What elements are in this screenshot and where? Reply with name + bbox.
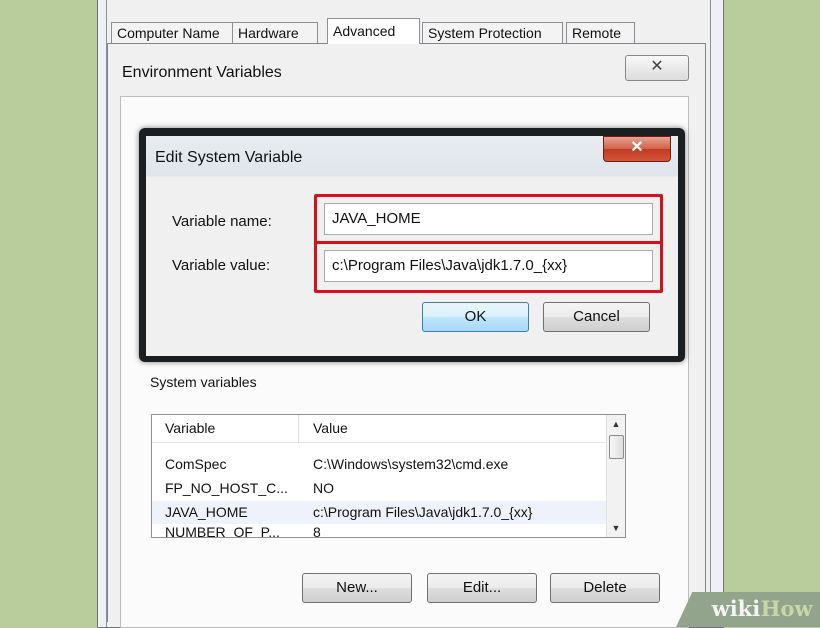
- system-variables-table[interactable]: Variable Value ComSpec C:\Windows\system…: [151, 414, 626, 538]
- edit-dialog-close-button[interactable]: ✕: [603, 136, 671, 162]
- edit-system-variable-body: Edit System Variable ✕ Variable name: JA…: [146, 136, 678, 356]
- environment-variables-title: Environment Variables: [122, 64, 282, 81]
- cancel-button[interactable]: Cancel: [543, 302, 650, 332]
- tab-system-protection[interactable]: System Protection: [422, 22, 563, 43]
- system-variables-label: System variables: [150, 374, 257, 390]
- environment-variables-close-button[interactable]: ✕: [625, 55, 689, 81]
- variable-cell: FP_NO_HOST_C...: [165, 480, 288, 496]
- delete-variable-button[interactable]: Delete: [550, 573, 660, 603]
- table-row[interactable]: FP_NO_HOST_C... NO: [152, 477, 625, 500]
- tab-remote[interactable]: Remote: [566, 22, 635, 43]
- table-row-selected[interactable]: JAVA_HOME c:\Program Files\Java\jdk1.7.0…: [152, 501, 625, 524]
- edit-system-variable-dialog: Edit System Variable ✕ Variable name: JA…: [139, 128, 685, 362]
- scroll-thumb[interactable]: [609, 435, 624, 459]
- close-icon: ✕: [650, 58, 664, 75]
- tab-hardware[interactable]: Hardware: [232, 22, 318, 43]
- value-cell: c:\Program Files\Java\jdk1.7.0_{xx}: [313, 504, 533, 520]
- column-header-variable[interactable]: Variable: [165, 420, 215, 436]
- variable-name-label: Variable name:: [172, 213, 272, 230]
- watermark-wiki: wiki: [711, 596, 761, 621]
- new-variable-button[interactable]: New...: [302, 573, 412, 603]
- table-row[interactable]: NUMBER_OF_P... 8: [152, 523, 625, 537]
- wikihow-watermark: wikiHow: [676, 592, 820, 627]
- column-header-value[interactable]: Value: [313, 420, 348, 436]
- value-cell: C:\Windows\system32\cmd.exe: [313, 456, 509, 472]
- table-row[interactable]: ComSpec C:\Windows\system32\cmd.exe: [152, 453, 625, 476]
- column-divider: [298, 415, 299, 442]
- ok-button[interactable]: OK: [422, 302, 529, 332]
- scroll-up-icon[interactable]: ▲: [607, 415, 625, 433]
- variable-value-label: Variable value:: [172, 257, 271, 274]
- tab-computer-name[interactable]: Computer Name: [111, 22, 233, 43]
- tab-advanced[interactable]: Advanced: [327, 18, 420, 44]
- watermark-how: How: [760, 596, 813, 621]
- close-icon: ✕: [630, 139, 644, 156]
- variable-cell: JAVA_HOME: [165, 504, 248, 520]
- value-cell: NO: [313, 480, 334, 496]
- edit-system-variable-title: Edit System Variable: [155, 149, 303, 166]
- variable-name-field[interactable]: JAVA_HOME: [324, 203, 653, 235]
- value-cell: 8: [313, 524, 321, 537]
- variable-value-field[interactable]: c:\Program Files\Java\jdk1.7.0_{xx}: [324, 250, 653, 282]
- table-header: Variable Value: [152, 415, 625, 443]
- variable-cell: NUMBER_OF_P...: [165, 524, 280, 537]
- edit-variable-button[interactable]: Edit...: [427, 573, 537, 603]
- scroll-down-icon[interactable]: ▼: [607, 519, 625, 537]
- table-scrollbar[interactable]: ▲ ▼: [606, 415, 625, 537]
- variable-cell: ComSpec: [165, 456, 227, 472]
